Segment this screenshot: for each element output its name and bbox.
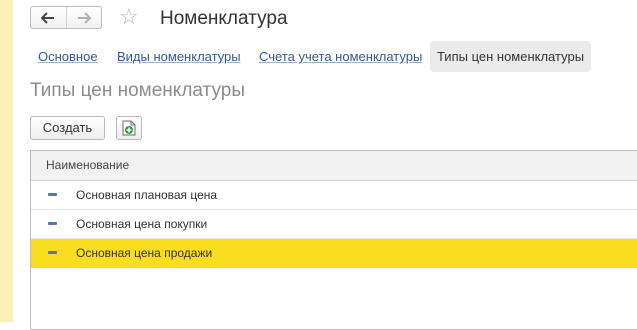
tab-accounts[interactable]: Счета учета номенклатуры bbox=[259, 49, 422, 65]
tab-item-types[interactable]: Виды номенклатуры bbox=[117, 49, 241, 65]
row-name: Основная плановая цена bbox=[76, 188, 218, 202]
table-row[interactable]: Основная цена покупки bbox=[31, 210, 637, 239]
column-header-name[interactable]: Наименование bbox=[31, 151, 637, 181]
row-dash-icon bbox=[48, 251, 57, 254]
add-copy-icon bbox=[122, 120, 136, 136]
left-panel-stripe bbox=[0, 0, 13, 322]
window-title: Номенклатура bbox=[160, 8, 288, 29]
arrow-left-icon bbox=[41, 11, 55, 24]
row-dash-icon bbox=[48, 222, 57, 225]
forward-button[interactable] bbox=[65, 7, 102, 28]
page-title: Типы цен номенклатуры bbox=[30, 80, 245, 101]
arrow-right-icon bbox=[77, 11, 91, 24]
row-dash-icon bbox=[48, 193, 57, 196]
tab-price-types[interactable]: Типы цен номенклатуры bbox=[430, 41, 591, 72]
back-button[interactable] bbox=[31, 7, 66, 28]
row-name: Основная цена продажи bbox=[76, 246, 213, 260]
tab-main[interactable]: Основное bbox=[38, 49, 98, 65]
table-row-selected[interactable]: Основная цена продажи bbox=[31, 239, 637, 268]
price-types-table: Наименование Основная плановая цена Осно… bbox=[30, 150, 637, 330]
favorite-star-icon[interactable]: ☆ bbox=[119, 5, 139, 29]
navigation-buttons bbox=[30, 6, 102, 29]
table-row[interactable]: Основная плановая цена bbox=[31, 181, 637, 210]
create-button[interactable]: Создать bbox=[30, 116, 105, 140]
row-name: Основная цена покупки bbox=[76, 217, 208, 231]
add-copy-button[interactable] bbox=[116, 116, 142, 140]
